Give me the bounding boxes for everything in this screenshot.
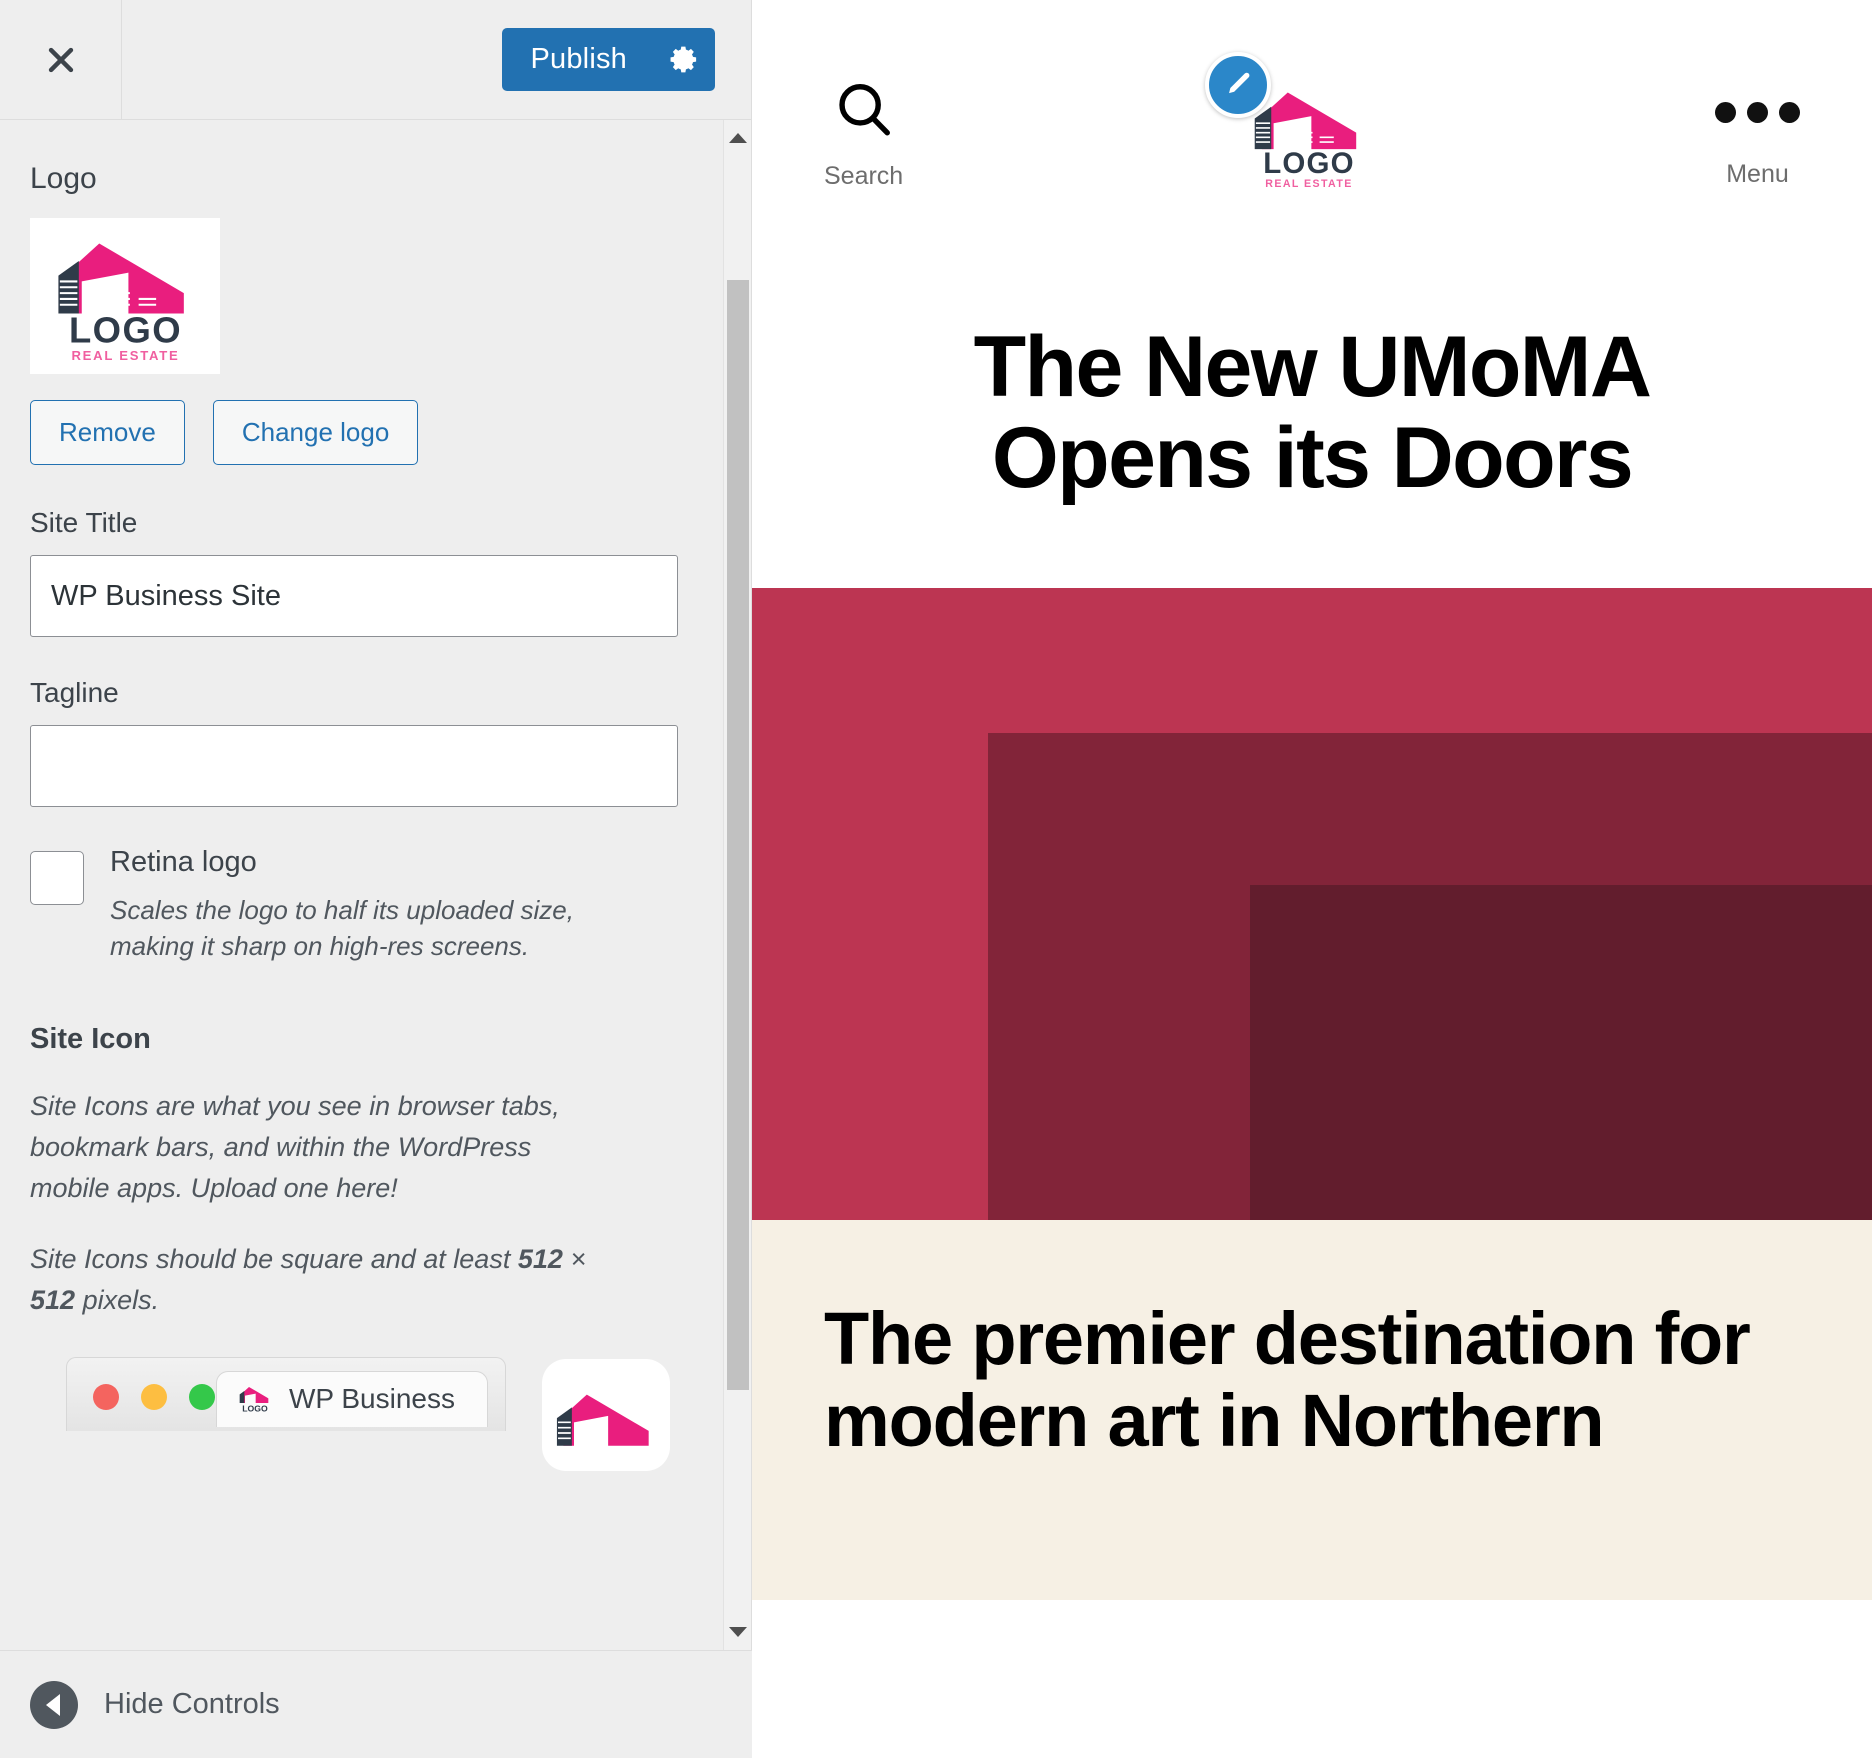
publish-area: Publish bbox=[502, 0, 751, 119]
site-icon-paragraph-2: Site Icons should be square and at least… bbox=[30, 1239, 598, 1321]
chevron-left-icon bbox=[30, 1680, 78, 1729]
real-estate-logo-image: LOGO REAL ESTATE bbox=[57, 243, 184, 363]
retina-logo-texts: Retina logo Scales the logo to half its … bbox=[110, 846, 664, 965]
site-logo-wrap[interactable]: LOGO REAL ESTATE bbox=[1205, 52, 1385, 194]
mock-app-icon-tile bbox=[542, 1358, 670, 1471]
site-icon-p2-mid: × bbox=[562, 1243, 587, 1274]
scroll-up-button[interactable] bbox=[724, 124, 751, 152]
mock-dot-yellow bbox=[141, 1383, 167, 1410]
browser-preview-mock: LOGO WP Business bbox=[30, 1351, 670, 1471]
change-logo-button[interactable]: Change logo bbox=[212, 400, 419, 465]
site-menu-button[interactable]: Menu bbox=[1715, 82, 1800, 189]
edit-logo-badge-button[interactable] bbox=[1205, 52, 1272, 118]
site-title-input[interactable] bbox=[30, 555, 678, 637]
hero-artwork bbox=[752, 588, 1872, 1221]
logo-thumbnail[interactable]: LOGO REAL ESTATE bbox=[30, 218, 220, 374]
header-spacer bbox=[122, 0, 502, 119]
svg-text:REAL ESTATE: REAL ESTATE bbox=[71, 348, 179, 363]
hide-controls-button[interactable]: Hide Controls bbox=[0, 1650, 752, 1758]
svg-text:REAL ESTATE: REAL ESTATE bbox=[1265, 178, 1353, 190]
svg-text:LOGO: LOGO bbox=[1263, 147, 1355, 180]
site-title-label: Site Title bbox=[30, 507, 138, 538]
intro-text: The premier destination for modern art i… bbox=[824, 1297, 1751, 1462]
mock-traffic-lights bbox=[93, 1383, 215, 1410]
scroll-down-button[interactable] bbox=[724, 1618, 751, 1646]
remove-logo-button[interactable]: Remove bbox=[30, 400, 185, 465]
panel-content: Logo LOGO REAL ESTATE Remove Change logo… bbox=[0, 120, 700, 1531]
mock-favicon-icon: LOGO bbox=[239, 1387, 269, 1414]
customizer-app: Publish Logo LOGO REAL ESTATE Remove Cha… bbox=[0, 0, 1872, 1758]
scrollbar-thumb[interactable] bbox=[727, 280, 749, 1390]
site-icon-p2-bold-b: 512 bbox=[30, 1284, 76, 1315]
site-preview-frame: Search LOGO REAL ESTATE Menu The New UMo… bbox=[752, 0, 1872, 1758]
site-header: Search LOGO REAL ESTATE Menu bbox=[752, 0, 1872, 270]
customizer-header: Publish bbox=[0, 0, 751, 120]
svg-text:LOGO: LOGO bbox=[68, 310, 181, 351]
mock-app-icon bbox=[556, 1394, 649, 1446]
caret-down-icon bbox=[729, 1627, 747, 1637]
site-icon-p2-bold-a: 512 bbox=[517, 1243, 563, 1274]
site-icon-p2-pre: Site Icons should be square and at least bbox=[30, 1243, 518, 1274]
logo-action-buttons: Remove Change logo bbox=[30, 400, 664, 465]
gear-icon bbox=[670, 46, 696, 73]
mock-tab-title: WP Business bbox=[289, 1383, 455, 1415]
publish-button[interactable]: Publish bbox=[502, 28, 715, 91]
retina-logo-row: Retina logo Scales the logo to half its … bbox=[30, 846, 664, 965]
mock-dot-green bbox=[189, 1383, 215, 1410]
hero-title: The New UMoMA Opens its Doors bbox=[973, 319, 1652, 507]
customizer-scroll-body[interactable]: Logo LOGO REAL ESTATE Remove Change logo… bbox=[0, 120, 751, 1650]
site-icon-heading: Site Icon bbox=[30, 1022, 151, 1055]
retina-logo-checkbox[interactable] bbox=[30, 851, 84, 905]
search-icon bbox=[833, 79, 895, 146]
retina-logo-description: Scales the logo to half its uploaded siz… bbox=[110, 894, 574, 961]
svg-text:LOGO: LOGO bbox=[242, 1404, 268, 1414]
publish-label: Publish bbox=[530, 43, 627, 75]
pencil-edit-icon bbox=[1229, 72, 1250, 94]
site-icon-p2-post: pixels. bbox=[75, 1284, 160, 1315]
close-icon bbox=[48, 47, 73, 72]
site-search-label: Search bbox=[824, 162, 904, 190]
hide-controls-label: Hide Controls bbox=[104, 1688, 280, 1720]
publish-settings-button[interactable] bbox=[653, 28, 715, 91]
logo-section-title: Logo bbox=[30, 162, 97, 195]
ellipsis-icon bbox=[1715, 82, 1800, 144]
site-icon-paragraph-1: Site Icons are what you see in browser t… bbox=[30, 1090, 560, 1203]
mock-dot-red bbox=[93, 1383, 119, 1410]
sidebar-scrollbar[interactable] bbox=[723, 120, 751, 1650]
caret-up-icon bbox=[729, 133, 747, 143]
retina-logo-label: Retina logo bbox=[110, 846, 257, 878]
customizer-sidebar: Publish Logo LOGO REAL ESTATE Remove Cha… bbox=[0, 0, 752, 1758]
hero-art-layer-inner bbox=[1250, 885, 1872, 1221]
mock-browser-tab: LOGO WP Business bbox=[216, 1370, 488, 1427]
intro-band: The premier destination for modern art i… bbox=[752, 1220, 1872, 1601]
tagline-input[interactable] bbox=[30, 725, 678, 807]
tagline-label: Tagline bbox=[30, 677, 119, 708]
close-customizer-button[interactable] bbox=[0, 0, 122, 119]
site-search-button[interactable]: Search bbox=[824, 79, 903, 191]
site-menu-label: Menu bbox=[1726, 159, 1789, 188]
